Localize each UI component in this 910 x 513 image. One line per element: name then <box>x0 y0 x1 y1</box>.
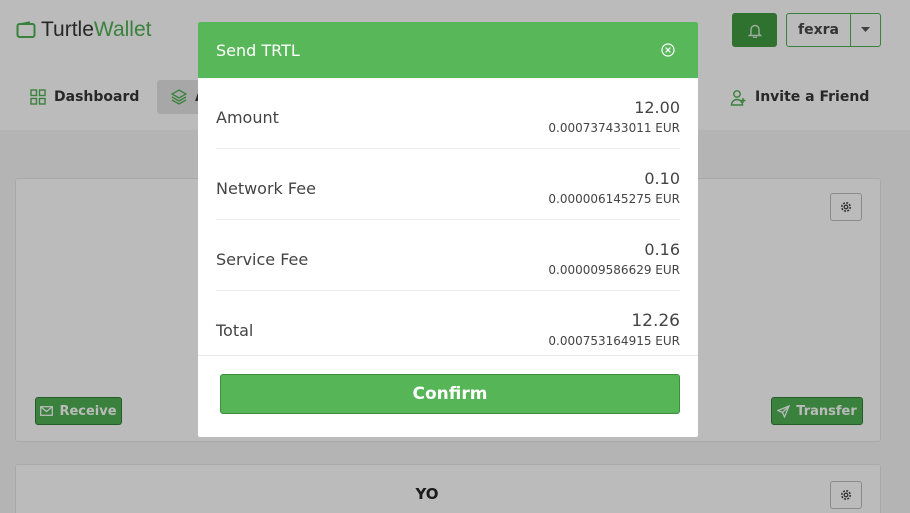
confirm-button[interactable]: Confirm <box>220 374 680 414</box>
modal-title: Send TRTL <box>216 40 300 60</box>
service-fee-row: Service Fee 0.16 0.000009586629 EUR <box>216 220 680 291</box>
network-fee-row: Network Fee 0.10 0.000006145275 EUR <box>216 149 680 220</box>
modal-header: Send TRTL <box>198 22 698 78</box>
row-label: Network Fee <box>216 179 316 198</box>
total-row: Total 12.26 0.000753164915 EUR <box>216 291 680 355</box>
row-value: 0.10 <box>644 169 680 188</box>
row-fiat-value: 0.000009586629 EUR <box>548 263 680 277</box>
modal-footer: Confirm <box>198 355 698 437</box>
row-fiat-value: 0.000737433011 EUR <box>548 121 680 135</box>
amount-row: Amount 12.00 0.000737433011 EUR <box>216 78 680 149</box>
close-circle-icon <box>661 43 675 57</box>
row-fiat-value: 0.000006145275 EUR <box>548 192 680 206</box>
row-value: 12.26 <box>631 311 680 331</box>
row-value: 12.00 <box>634 98 680 117</box>
send-modal: Send TRTL Amount 12.00 0.000737433011 EU… <box>198 22 698 437</box>
row-fiat-value: 0.000753164915 EUR <box>548 334 680 348</box>
row-label: Amount <box>216 108 279 127</box>
close-button[interactable] <box>660 42 676 58</box>
modal-body[interactable]: Amount 12.00 0.000737433011 EUR Network … <box>198 78 698 355</box>
row-value: 0.16 <box>644 240 680 259</box>
row-label: Service Fee <box>216 250 309 269</box>
row-label: Total <box>216 321 254 340</box>
